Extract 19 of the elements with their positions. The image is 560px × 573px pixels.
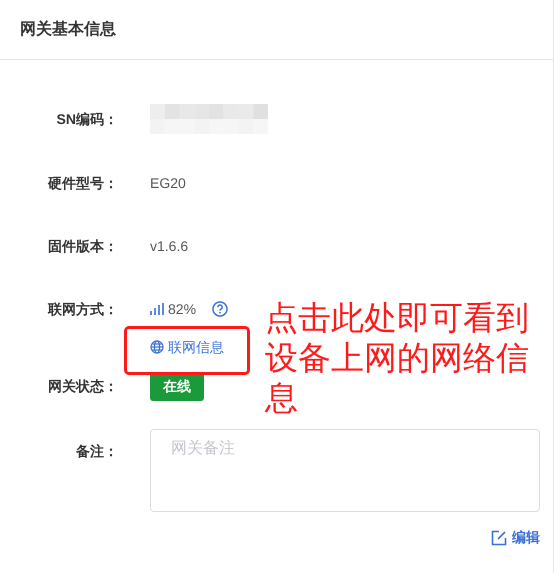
edit-button[interactable]: 编辑 bbox=[491, 529, 540, 547]
panel-title: 网关基本信息 bbox=[20, 19, 116, 40]
field-label: 备注： bbox=[75, 442, 118, 461]
field-value: v1.6.6 bbox=[150, 237, 188, 256]
signal-strength: 82% bbox=[168, 300, 196, 319]
field-label: 网关状态： bbox=[47, 377, 118, 396]
field-label: SN编码： bbox=[56, 110, 118, 129]
globe-icon bbox=[150, 340, 164, 354]
field-label: 硬件型号： bbox=[46, 174, 118, 193]
network-info-link[interactable]: 联网信息 bbox=[168, 337, 224, 357]
status-badge: 在线 bbox=[150, 372, 204, 401]
signal-icon bbox=[150, 303, 164, 315]
help-icon[interactable] bbox=[212, 301, 228, 317]
field-value: EG20 bbox=[150, 174, 186, 193]
field-label: 固件版本： bbox=[47, 237, 118, 256]
field-label: 联网方式： bbox=[46, 300, 118, 319]
edit-icon bbox=[491, 530, 507, 546]
remark-field[interactable]: 网关备注 bbox=[150, 429, 540, 512]
annotation-note: 点击此处即可看到设备上网的网络信息 bbox=[265, 298, 530, 418]
